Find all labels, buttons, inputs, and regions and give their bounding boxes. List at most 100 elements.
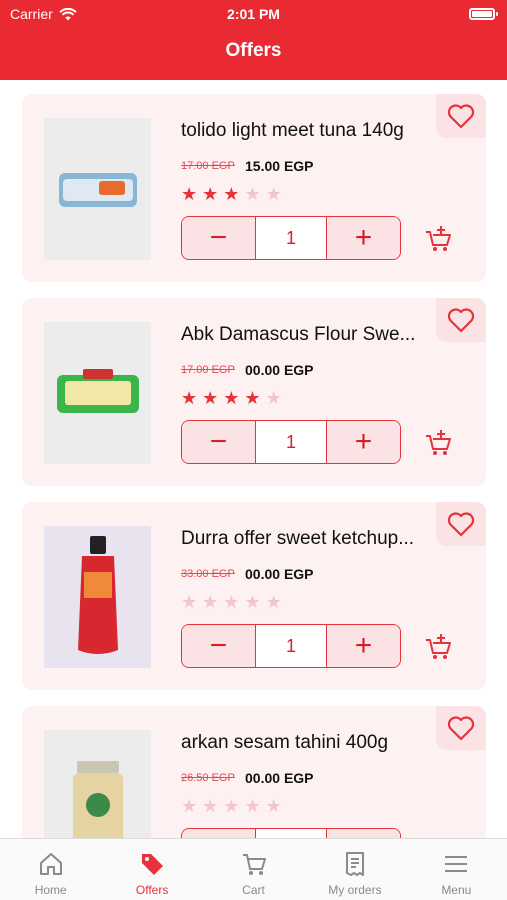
product-image[interactable] — [44, 322, 151, 464]
price-currency: EGP — [283, 566, 314, 582]
tab-label: Menu — [441, 883, 472, 897]
star-icon: ★ — [202, 796, 219, 816]
favorite-button[interactable] — [436, 298, 486, 342]
star-icon: ★ — [244, 388, 261, 408]
quantity-value: 1 — [255, 421, 327, 463]
bottom-tab-bar: Home Offers Cart My orders Menu — [0, 838, 507, 900]
price-value: 00.00 — [245, 770, 281, 786]
quantity-value: 1 — [255, 217, 327, 259]
old-price: 26.50 EGP — [181, 772, 235, 784]
product-image[interactable] — [44, 118, 151, 260]
price-value: 00.00 — [245, 566, 281, 582]
star-icon: ★ — [244, 796, 261, 816]
rating-stars: ★ ★ ★ ★ ★ — [181, 593, 282, 611]
quantity-value: 1 — [255, 829, 327, 838]
current-price: 00.00 EGP — [245, 362, 314, 378]
price-currency: EGP — [283, 158, 314, 174]
receipt-icon — [340, 849, 370, 879]
tab-label: My orders — [328, 883, 382, 897]
tab-label: Home — [34, 883, 67, 897]
rating-stars: ★ ★ ★ ★ ★ — [181, 185, 282, 203]
increase-button[interactable]: + — [327, 829, 400, 838]
product-card[interactable]: Durra offer sweet ketchup... 33.00 EGP 0… — [22, 502, 486, 690]
favorite-button[interactable] — [436, 94, 486, 138]
price-value: 15.00 — [245, 158, 281, 174]
offers-list[interactable]: tolido light meet tuna 140g 17.00 EGP 15… — [0, 80, 507, 838]
tab-cart[interactable]: Cart — [203, 839, 304, 900]
price-value: 00.00 — [245, 362, 281, 378]
status-time: 2:01 PM — [227, 6, 280, 22]
quantity-stepper: − 1 + — [181, 828, 401, 838]
product-name[interactable]: arkan sesam tahini 400g — [181, 732, 426, 754]
product-name[interactable]: Abk Damascus Flour Swe... — [181, 324, 426, 346]
heart-icon — [447, 104, 475, 129]
price-currency: EGP — [283, 362, 314, 378]
tab-label: Cart — [242, 883, 265, 897]
star-icon: ★ — [244, 592, 261, 612]
old-price: 17.00 EGP — [181, 364, 235, 376]
quantity-stepper: − 1 + — [181, 624, 401, 668]
star-icon: ★ — [244, 184, 261, 204]
increase-button[interactable]: + — [327, 217, 400, 259]
product-card[interactable]: tolido light meet tuna 140g 17.00 EGP 15… — [22, 94, 486, 282]
product-name[interactable]: Durra offer sweet ketchup... — [181, 528, 426, 550]
current-price: 00.00 EGP — [245, 770, 314, 786]
tab-menu[interactable]: Menu — [406, 839, 507, 900]
add-to-cart-icon[interactable] — [424, 224, 454, 254]
star-icon: ★ — [181, 184, 198, 204]
product-card[interactable]: arkan sesam tahini 400g 26.50 EGP 00.00 … — [22, 706, 486, 838]
old-price: 17.00 EGP — [181, 160, 235, 172]
star-icon: ★ — [265, 388, 282, 408]
quantity-stepper: − 1 + — [181, 216, 401, 260]
product-image[interactable] — [44, 526, 151, 668]
quantity-stepper: − 1 + — [181, 420, 401, 464]
increase-button[interactable]: + — [327, 625, 400, 667]
quantity-value: 1 — [255, 625, 327, 667]
decrease-button[interactable]: − — [182, 625, 255, 667]
star-icon: ★ — [202, 592, 219, 612]
decrease-button[interactable]: − — [182, 421, 255, 463]
star-icon: ★ — [181, 592, 198, 612]
tab-offers[interactable]: Offers — [101, 839, 202, 900]
tab-label: Offers — [135, 883, 169, 897]
battery-icon — [469, 8, 498, 20]
decrease-button[interactable]: − — [182, 217, 255, 259]
decrease-button[interactable]: − — [182, 829, 255, 838]
heart-icon — [447, 716, 475, 741]
star-icon: ★ — [223, 184, 240, 204]
star-icon: ★ — [265, 592, 282, 612]
product-image[interactable] — [44, 730, 151, 838]
current-price: 00.00 EGP — [245, 566, 314, 582]
product-card[interactable]: Abk Damascus Flour Swe... 17.00 EGP 00.0… — [22, 298, 486, 486]
star-icon: ★ — [265, 184, 282, 204]
favorite-button[interactable] — [436, 706, 486, 750]
app-header: Carrier 2:01 PM Offers — [0, 0, 507, 80]
price-currency: EGP — [283, 770, 314, 786]
heart-icon — [447, 512, 475, 537]
tag-icon — [137, 849, 167, 879]
add-to-cart-icon[interactable] — [424, 428, 454, 458]
page-title: Offers — [225, 40, 282, 61]
star-icon: ★ — [181, 796, 198, 816]
rating-stars: ★ ★ ★ ★ ★ — [181, 389, 282, 407]
rating-stars: ★ ★ ★ ★ ★ — [181, 797, 282, 815]
status-bar: Carrier 2:01 PM — [0, 6, 507, 24]
add-to-cart-icon[interactable] — [424, 632, 454, 662]
old-price: 33.00 EGP — [181, 568, 235, 580]
home-icon — [36, 849, 66, 879]
star-icon: ★ — [265, 796, 282, 816]
current-price: 15.00 EGP — [245, 158, 314, 174]
cart-icon — [239, 849, 269, 879]
menu-icon — [441, 849, 471, 879]
increase-button[interactable]: + — [327, 421, 400, 463]
star-icon: ★ — [223, 388, 240, 408]
star-icon: ★ — [223, 796, 240, 816]
tab-my-orders[interactable]: My orders — [304, 839, 405, 900]
product-name[interactable]: tolido light meet tuna 140g — [181, 120, 426, 142]
heart-icon — [447, 308, 475, 333]
star-icon: ★ — [181, 388, 198, 408]
star-icon: ★ — [223, 592, 240, 612]
star-icon: ★ — [202, 184, 219, 204]
tab-home[interactable]: Home — [0, 839, 101, 900]
favorite-button[interactable] — [436, 502, 486, 546]
